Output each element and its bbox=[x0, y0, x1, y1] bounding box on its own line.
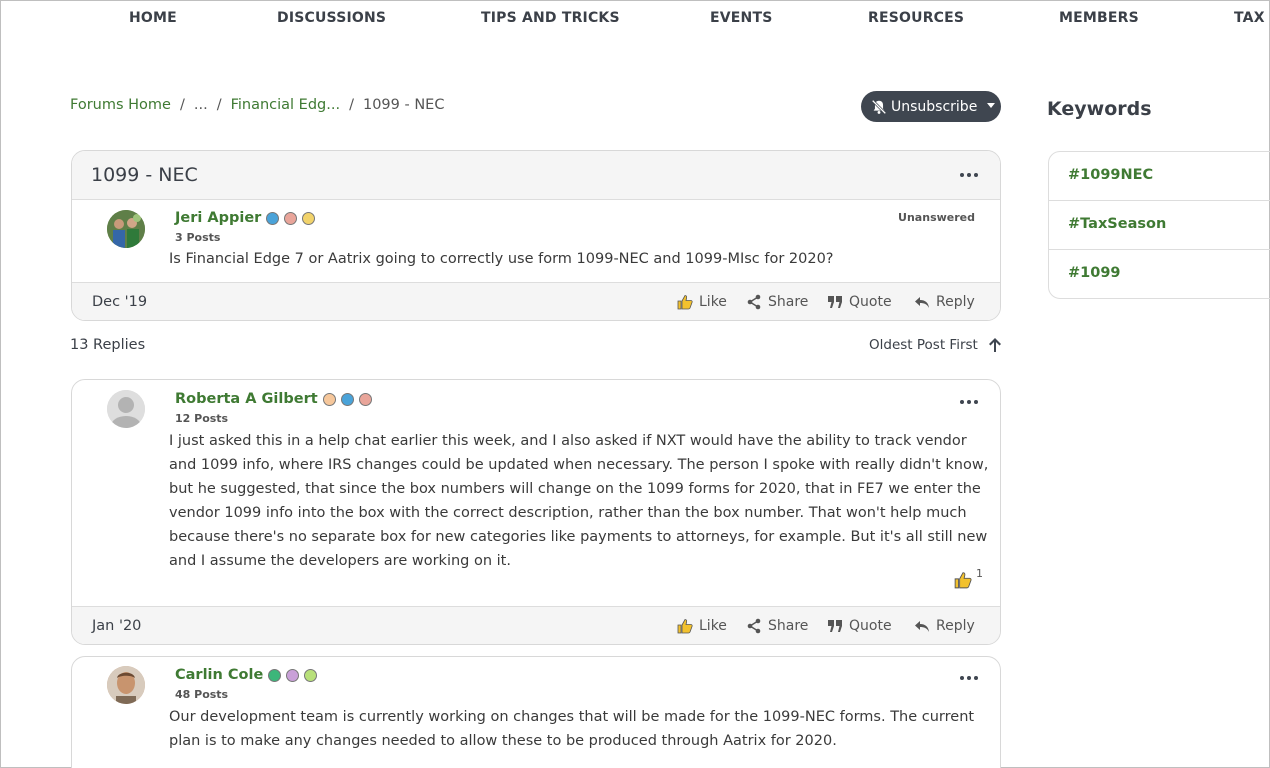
quote-label: Quote bbox=[849, 294, 892, 310]
nav-tips-and-tricks[interactable]: TIPS AND TRICKS bbox=[481, 10, 620, 26]
post-date: Dec '19 bbox=[92, 294, 148, 310]
thumbs-up-icon bbox=[677, 295, 693, 310]
keywords-list: #1099NEC #TaxSeason #1099 bbox=[1048, 151, 1270, 299]
breadcrumb-forums-home[interactable]: Forums Home bbox=[70, 97, 171, 113]
reply-card: Roberta A Gilbert 12 Posts I just asked … bbox=[71, 379, 1001, 645]
arrow-up-icon bbox=[988, 338, 1001, 352]
reply-label: Reply bbox=[936, 294, 975, 310]
nav-home[interactable]: HOME bbox=[129, 10, 177, 26]
quote-button[interactable]: Quote bbox=[827, 294, 892, 310]
unsubscribe-button[interactable]: Unsubscribe bbox=[861, 91, 1001, 122]
author-post-count: 12 Posts bbox=[175, 412, 229, 425]
reply-label: Reply bbox=[936, 618, 975, 634]
badge-icon bbox=[268, 668, 282, 682]
reply-button[interactable]: Reply bbox=[914, 618, 975, 634]
author-name-text: Roberta A Gilbert bbox=[175, 391, 318, 407]
author-name-text: Jeri Appier bbox=[175, 210, 262, 226]
keywords-title: Keywords bbox=[1047, 98, 1152, 120]
like-count[interactable]: 1 bbox=[954, 567, 983, 589]
more-options-icon[interactable] bbox=[960, 173, 978, 179]
badge-icon bbox=[340, 392, 354, 406]
breadcrumb-current: 1099 - NEC bbox=[362, 97, 445, 113]
badge-icon bbox=[286, 668, 300, 682]
breadcrumb-ellipsis[interactable]: ... bbox=[194, 97, 208, 113]
keyword-tag[interactable]: #TaxSeason bbox=[1049, 201, 1270, 250]
status-badge: Unanswered bbox=[898, 211, 975, 224]
post-body: I just asked this in a help chat earlier… bbox=[169, 433, 989, 569]
bell-off-icon bbox=[871, 99, 887, 114]
breadcrumb: Forums Home / ... / Financial Edg... / 1… bbox=[70, 97, 444, 113]
like-label: Like bbox=[699, 294, 727, 310]
post-footer: Dec '19 Like Share Quote Reply bbox=[72, 282, 1000, 320]
avatar[interactable] bbox=[107, 666, 145, 704]
sort-toggle[interactable]: Oldest Post First bbox=[869, 337, 1002, 353]
post-date: Jan '20 bbox=[92, 618, 142, 634]
badge-icon bbox=[358, 392, 372, 406]
nav-members[interactable]: MEMBERS bbox=[1059, 10, 1139, 26]
badge-icon bbox=[304, 668, 318, 682]
thread-header: 1099 - NEC bbox=[72, 151, 1000, 200]
breadcrumb-category[interactable]: Financial Edg... bbox=[231, 97, 341, 113]
author-name[interactable]: Jeri Appier bbox=[175, 210, 316, 226]
reply-button[interactable]: Reply bbox=[914, 294, 975, 310]
nav-events[interactable]: EVENTS bbox=[710, 10, 773, 26]
thread-post-card: 1099 - NEC Jeri Appier 3 Posts Unanswere… bbox=[71, 150, 1001, 321]
unsubscribe-label: Unsubscribe bbox=[891, 98, 978, 115]
thumbs-up-icon bbox=[677, 619, 693, 634]
keyword-tag[interactable]: #1099 bbox=[1049, 250, 1270, 299]
share-label: Share bbox=[768, 294, 809, 310]
thumbs-up-icon bbox=[954, 572, 972, 589]
breadcrumb-separator: / bbox=[179, 97, 185, 113]
reply-icon bbox=[915, 621, 929, 632]
share-label: Share bbox=[768, 618, 809, 634]
post-footer: Jan '20 Like Share Quote Reply bbox=[72, 606, 1000, 644]
post-body: Our development team is currently workin… bbox=[169, 709, 975, 749]
author-post-count: 48 Posts bbox=[175, 688, 229, 701]
more-options-icon[interactable] bbox=[960, 676, 978, 682]
thread-title: 1099 - NEC bbox=[91, 164, 198, 186]
like-button[interactable]: Like bbox=[677, 294, 727, 310]
like-label: Like bbox=[699, 618, 727, 634]
avatar[interactable] bbox=[107, 390, 145, 428]
author-name-text: Carlin Cole bbox=[175, 667, 264, 683]
quote-label: Quote bbox=[849, 618, 892, 634]
avatar[interactable] bbox=[107, 210, 145, 248]
share-button[interactable]: Share bbox=[746, 294, 808, 310]
badge-icon bbox=[322, 392, 336, 406]
breadcrumb-separator: / bbox=[216, 97, 222, 113]
top-navigation: HOME DISCUSSIONS TIPS AND TRICKS EVENTS … bbox=[1, 1, 1270, 37]
keyword-tag[interactable]: #1099NEC bbox=[1049, 152, 1270, 201]
more-options-icon[interactable] bbox=[960, 400, 978, 406]
share-button[interactable]: Share bbox=[746, 618, 808, 634]
badge-icon bbox=[284, 211, 298, 225]
author-post-count: 3 Posts bbox=[175, 231, 221, 244]
reply-icon bbox=[915, 297, 929, 308]
post-body: Is Financial Edge 7 or Aatrix going to c… bbox=[169, 251, 834, 267]
chevron-down-icon[interactable] bbox=[987, 103, 995, 108]
like-count-value: 1 bbox=[976, 567, 983, 580]
breadcrumb-separator: / bbox=[349, 97, 354, 113]
nav-discussions[interactable]: DISCUSSIONS bbox=[277, 10, 386, 26]
reply-card: Carlin Cole 48 Posts Our development tea… bbox=[71, 656, 1001, 768]
badge-icon bbox=[302, 211, 316, 225]
like-button[interactable]: Like bbox=[677, 618, 727, 634]
share-icon bbox=[747, 294, 761, 310]
quote-icon bbox=[828, 296, 842, 308]
nav-resources[interactable]: RESOURCES bbox=[868, 10, 964, 26]
quote-icon bbox=[828, 620, 842, 632]
share-icon bbox=[747, 618, 761, 634]
badge-icon bbox=[266, 211, 280, 225]
sort-label: Oldest Post First bbox=[869, 337, 978, 353]
author-name[interactable]: Roberta A Gilbert bbox=[175, 391, 372, 407]
nav-tax-season[interactable]: TAX S bbox=[1234, 10, 1270, 26]
author-name[interactable]: Carlin Cole bbox=[175, 667, 318, 683]
quote-button[interactable]: Quote bbox=[827, 618, 892, 634]
replies-count: 13 Replies bbox=[70, 337, 146, 353]
